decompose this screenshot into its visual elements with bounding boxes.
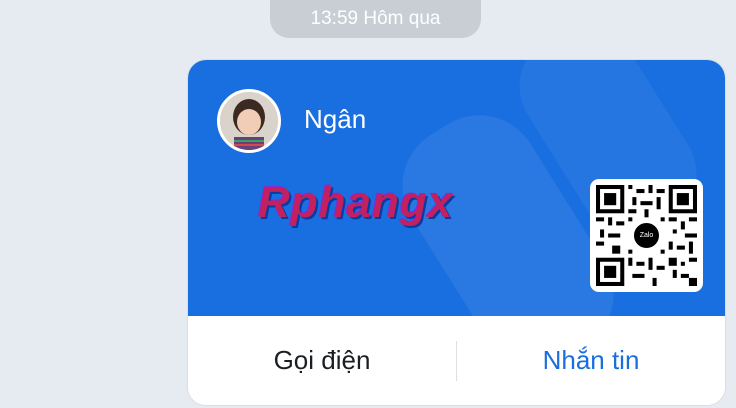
message-button[interactable]: Nhắn tin	[457, 316, 725, 405]
avatar[interactable]	[217, 89, 281, 153]
contact-card-header: Ngân Rphangx Zalo	[188, 60, 725, 316]
call-button[interactable]: Gọi điện	[188, 316, 456, 405]
avatar-image	[220, 92, 278, 150]
watermark-logo: Rphangx	[258, 178, 454, 227]
qr-code[interactable]: Zalo	[590, 179, 703, 292]
contact-name: Ngân	[304, 104, 367, 134]
contact-card[interactable]: Ngân Rphangx Zalo Gọi điện Nhắn tin	[188, 60, 725, 405]
zalo-logo: Zalo	[632, 221, 661, 250]
card-actions: Gọi điện Nhắn tin	[188, 316, 725, 405]
message-timestamp: 13:59 Hôm qua	[270, 0, 481, 38]
